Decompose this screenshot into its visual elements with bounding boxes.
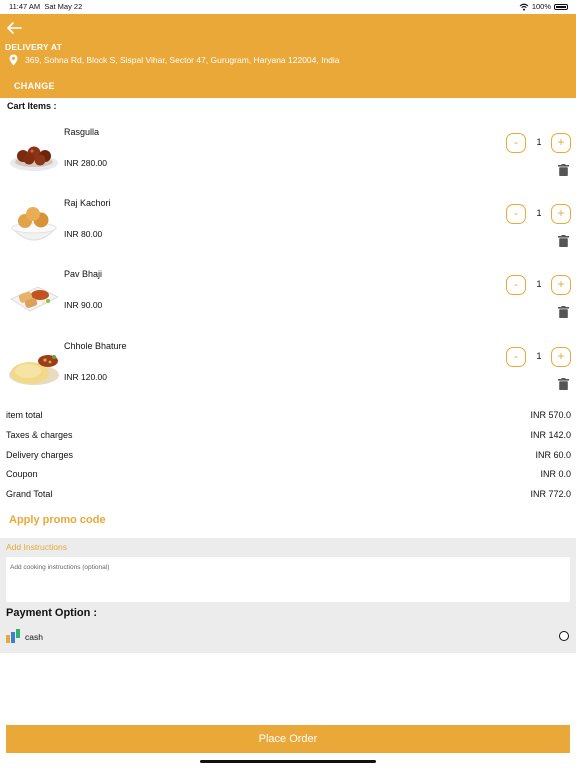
quantity-value: 1 — [536, 279, 542, 289]
summary-label: Delivery charges — [6, 450, 74, 460]
quantity-value: 1 — [536, 208, 542, 218]
payment-option-cash[interactable]: cash — [0, 629, 576, 647]
cash-payment-icon — [6, 629, 20, 643]
summary-value: INR 142.0 — [530, 430, 571, 440]
instructions-title: Add Instructions — [6, 542, 67, 552]
item-name: Rasgulla — [64, 127, 100, 137]
summary-item-total: item total INR 570.0 — [6, 410, 571, 420]
item-price: INR 280.00 — [64, 158, 107, 168]
battery-icon — [554, 3, 568, 10]
location-pin-icon — [9, 54, 18, 66]
trash-icon[interactable] — [558, 235, 569, 247]
increase-quantity-button[interactable]: + — [551, 347, 571, 367]
item-price: INR 90.00 — [64, 300, 103, 310]
summary-label: Taxes & charges — [6, 430, 73, 440]
battery-percent: 100% — [531, 2, 551, 11]
status-time: 11:47 AM Sat May 22 — [9, 2, 83, 11]
change-address-button[interactable]: CHANGE — [14, 81, 55, 91]
cart-item-pav-bhaji: Pav Bhaji INR 90.00 - 1 + — [0, 269, 576, 340]
rasgulla-image — [10, 146, 58, 171]
delivery-address: 369, Sohna Rd, Block S, Sispal Vihar, Se… — [25, 55, 340, 65]
summary-label: item total — [6, 410, 43, 420]
apply-promo-code-button[interactable]: Apply promo code — [9, 514, 106, 526]
item-name: Chhole Bhature — [64, 341, 127, 351]
decrease-quantity-button[interactable]: - — [506, 204, 526, 224]
trash-icon[interactable] — [558, 378, 569, 390]
decrease-quantity-button[interactable]: - — [506, 133, 526, 153]
quantity-value: 1 — [536, 351, 542, 361]
trash-icon[interactable] — [558, 164, 569, 176]
summary-value: INR 570.0 — [530, 410, 571, 420]
payment-option-label: cash — [25, 632, 43, 642]
raj-kachori-image — [10, 207, 58, 241]
item-name: Raj Kachori — [64, 198, 111, 208]
item-name: Pav Bhaji — [64, 269, 103, 279]
summary-delivery: Delivery charges INR 60.0 — [6, 450, 571, 460]
delivery-header: DELIVERY AT 369, Sohna Rd, Block S, Sisp… — [0, 14, 576, 98]
delivery-label: DELIVERY AT — [5, 42, 62, 52]
payment-radio-button[interactable] — [559, 631, 569, 641]
summary-taxes: Taxes & charges INR 142.0 — [6, 430, 571, 440]
summary-value: INR 772.0 — [530, 489, 571, 499]
summary-value: INR 60.0 — [535, 450, 571, 460]
decrease-quantity-button[interactable]: - — [506, 347, 526, 367]
pav-bhaji-image — [9, 286, 60, 312]
cart-title: Cart Items : — [7, 101, 57, 111]
increase-quantity-button[interactable]: + — [551, 275, 571, 295]
instructions-payment-section: Add Instructions Payment Option : cash — [0, 538, 576, 653]
payment-option-title: Payment Option : — [6, 607, 98, 619]
increase-quantity-button[interactable]: + — [551, 204, 571, 224]
cart-item-chhole-bhature: Chhole Bhature INR 120.00 - 1 + — [0, 341, 576, 412]
place-order-button[interactable]: Place Order — [6, 725, 570, 753]
summary-grand-total: Grand Total INR 772.0 — [6, 489, 571, 499]
quantity-value: 1 — [536, 137, 542, 147]
cart-item-raj-kachori: Raj Kachori INR 80.00 - 1 + — [0, 198, 576, 269]
back-arrow-icon[interactable] — [6, 21, 22, 35]
status-bar: 11:47 AM Sat May 22 100% — [0, 0, 576, 14]
home-indicator — [200, 760, 376, 763]
cooking-instructions-input[interactable] — [6, 557, 570, 602]
summary-coupon: Coupon INR 0.0 — [6, 469, 571, 479]
decrease-quantity-button[interactable]: - — [506, 275, 526, 295]
status-indicators: 100% — [519, 2, 568, 11]
cart-item-rasgulla: Rasgulla INR 280.00 - 1 + — [0, 127, 576, 198]
item-price: INR 120.00 — [64, 372, 107, 382]
address-row: 369, Sohna Rd, Block S, Sispal Vihar, Se… — [9, 54, 340, 66]
wifi-icon — [519, 3, 529, 11]
summary-label: Grand Total — [6, 489, 53, 499]
summary-value: INR 0.0 — [540, 469, 571, 479]
item-price: INR 80.00 — [64, 229, 103, 239]
trash-icon[interactable] — [558, 306, 569, 318]
chhole-bhature-image — [9, 355, 59, 385]
summary-label: Coupon — [6, 469, 38, 479]
increase-quantity-button[interactable]: + — [551, 133, 571, 153]
